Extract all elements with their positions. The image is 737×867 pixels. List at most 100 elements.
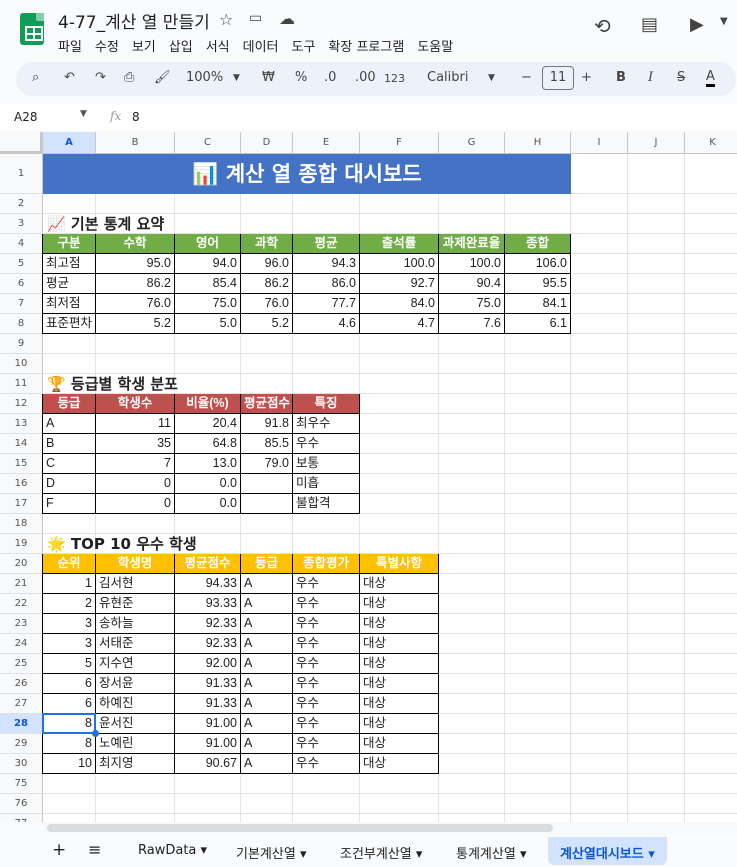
table-cell[interactable]: 7.6 [439, 314, 505, 334]
meet-icon[interactable]: ▶ [690, 14, 704, 35]
row-header[interactable]: 14 [0, 434, 43, 454]
table-cell[interactable]: A [241, 754, 293, 774]
table-cell[interactable]: A [241, 654, 293, 674]
table-cell[interactable]: A [241, 594, 293, 614]
table-cell[interactable]: 93.33 [175, 594, 241, 614]
table-cell[interactable]: 92.33 [175, 634, 241, 654]
table-cell[interactable]: D [43, 474, 96, 494]
table-cell[interactable]: 79.0 [241, 454, 293, 474]
table-cell[interactable]: 5.2 [96, 314, 175, 334]
star-icon[interactable]: ☆ [219, 10, 233, 29]
column-header[interactable]: H [505, 132, 571, 154]
chevron-down-icon[interactable]: ▼ [80, 109, 87, 119]
row-header[interactable]: 13 [0, 414, 43, 434]
table-header[interactable]: 비율(%) [175, 394, 241, 414]
sheet-tab[interactable]: 조건부계산열 ▾ [340, 843, 422, 862]
row-header[interactable]: 7 [0, 294, 43, 314]
table-cell[interactable]: 4.7 [360, 314, 439, 334]
table-cell[interactable]: 최저점 [43, 294, 96, 314]
table-cell[interactable]: 96.0 [241, 254, 293, 274]
row-header[interactable]: 4 [0, 234, 43, 254]
table-cell[interactable]: 91.33 [175, 674, 241, 694]
decrease-font-size-button[interactable]: − [521, 70, 532, 85]
all-sheets-icon[interactable]: ≡ [88, 840, 101, 859]
table-cell[interactable]: 10 [43, 754, 96, 774]
table-cell[interactable]: 5.0 [175, 314, 241, 334]
row-header[interactable]: 25 [0, 654, 43, 674]
column-header[interactable]: I [571, 132, 628, 154]
row-header[interactable]: 10 [0, 354, 43, 374]
table-cell[interactable]: 7 [96, 454, 175, 474]
table-header[interactable]: 특별사항 [360, 554, 439, 574]
table-cell[interactable]: 77.7 [293, 294, 360, 314]
table-cell[interactable]: 0.0 [175, 474, 241, 494]
table-cell[interactable]: A [241, 714, 293, 734]
table-header[interactable]: 등급 [43, 394, 96, 414]
font-select[interactable]: Calibri [427, 70, 468, 85]
table-header[interactable]: 특징 [293, 394, 360, 414]
table-cell[interactable]: 대상 [360, 654, 439, 674]
row-header[interactable]: 30 [0, 754, 43, 774]
table-cell[interactable]: 서태준 [96, 634, 175, 654]
row-header[interactable]: 27 [0, 694, 43, 714]
table-cell[interactable]: 86.2 [96, 274, 175, 294]
table-cell[interactable]: 1 [43, 574, 96, 594]
table-cell[interactable]: 11 [96, 414, 175, 434]
table-cell[interactable] [241, 494, 293, 514]
table-cell[interactable]: 5 [43, 654, 96, 674]
table-cell[interactable]: 0 [96, 474, 175, 494]
table-cell[interactable]: 노예린 [96, 734, 175, 754]
column-header[interactable]: K [685, 132, 737, 154]
table-cell[interactable]: 최지영 [96, 754, 175, 774]
table-cell[interactable]: 김서현 [96, 574, 175, 594]
table-cell[interactable]: 90.67 [175, 754, 241, 774]
menu-item[interactable]: 수정 [95, 36, 119, 55]
table-cell[interactable]: 우수 [293, 754, 360, 774]
table-cell[interactable]: 5.2 [241, 314, 293, 334]
chevron-down-icon[interactable]: ▼ [720, 16, 728, 27]
table-header[interactable]: 학생수 [96, 394, 175, 414]
table-cell[interactable]: 84.1 [505, 294, 571, 314]
formula-input[interactable]: 8 [132, 110, 140, 124]
row-header[interactable]: 11 [0, 374, 43, 394]
table-cell[interactable]: 75.0 [439, 294, 505, 314]
table-header[interactable]: 등급 [241, 554, 293, 574]
horizontal-scrollbar[interactable] [43, 822, 737, 834]
table-cell[interactable]: 우수 [293, 574, 360, 594]
table-cell[interactable]: 최고점 [43, 254, 96, 274]
menu-item[interactable]: 보기 [132, 36, 156, 55]
table-cell[interactable]: 유현준 [96, 594, 175, 614]
table-cell[interactable]: 95.5 [505, 274, 571, 294]
column-header[interactable]: A [43, 132, 96, 154]
table-header[interactable]: 종합평가 [293, 554, 360, 574]
increase-decimal-button[interactable]: .00 [355, 70, 376, 85]
table-cell[interactable]: 100.0 [360, 254, 439, 274]
name-box[interactable]: A28 [14, 110, 37, 124]
row-header[interactable]: 9 [0, 334, 43, 354]
table-cell[interactable]: 평균 [43, 274, 96, 294]
table-cell[interactable]: 우수 [293, 694, 360, 714]
table-header[interactable]: 과제완료율 [439, 234, 505, 254]
chevron-down-icon[interactable]: ▾ [296, 847, 307, 862]
table-cell[interactable]: 85.4 [175, 274, 241, 294]
table-cell[interactable]: 3 [43, 614, 96, 634]
table-cell[interactable]: 76.0 [96, 294, 175, 314]
zoom-select[interactable]: 100% [186, 70, 223, 85]
table-cell[interactable]: 91.33 [175, 694, 241, 714]
currency-button[interactable]: ₩ [262, 70, 275, 85]
column-header[interactable]: J [628, 132, 685, 154]
comment-icon[interactable]: ▤ [641, 14, 658, 35]
table-cell[interactable]: 우수 [293, 614, 360, 634]
row-header[interactable]: 18 [0, 514, 43, 534]
table-header[interactable]: 출석률 [360, 234, 439, 254]
table-cell[interactable]: 95.0 [96, 254, 175, 274]
table-cell[interactable]: 3 [43, 634, 96, 654]
table-cell[interactable]: 94.33 [175, 574, 241, 594]
row-header[interactable]: 28 [0, 714, 43, 734]
sheet-tab[interactable]: 통계계산열 ▾ [456, 843, 526, 862]
chevron-down-icon[interactable]: ▾ [412, 847, 423, 862]
row-header[interactable]: 1 [0, 154, 43, 194]
table-cell[interactable]: 84.0 [360, 294, 439, 314]
row-header[interactable]: 21 [0, 574, 43, 594]
row-header[interactable]: 2 [0, 194, 43, 214]
